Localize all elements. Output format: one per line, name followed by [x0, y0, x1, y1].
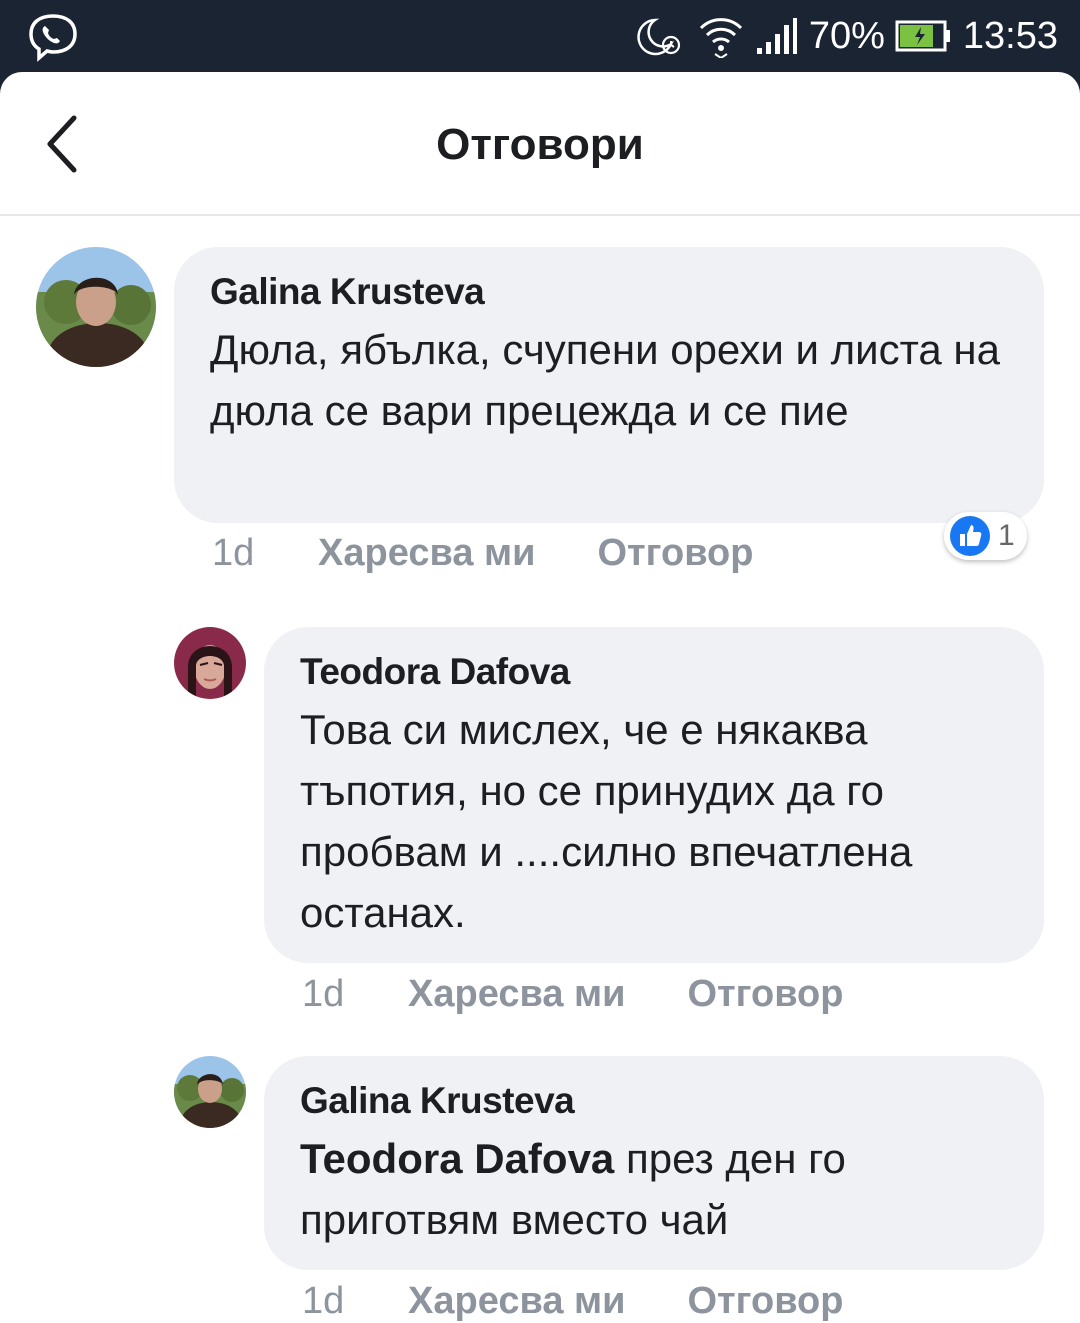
comment-bubble[interactable]: Galina Krusteva Teodora Dafova през ден …	[264, 1056, 1044, 1270]
comment-actions: 1d Харесва ми Отговор	[212, 528, 753, 578]
comment-bubble[interactable]: Galina Krusteva Дюла, ябълка, счупени ор…	[174, 247, 1044, 523]
status-bar: 70% 13:53	[0, 0, 1080, 72]
comment-author[interactable]: Teodora Dafova	[300, 649, 1008, 695]
comment-time: 1d	[212, 531, 255, 574]
reaction-count: 1	[998, 519, 1015, 552]
comment-actions: 1d Харесва ми Отговор	[302, 969, 843, 1019]
battery-charging-icon	[895, 20, 950, 52]
like-thumb-icon	[950, 516, 990, 556]
avatar[interactable]	[36, 247, 156, 367]
comment-text: Това си мислех, че е някаква тъпотия, но…	[300, 706, 913, 936]
do-not-disturb-alarm-icon	[637, 18, 680, 56]
reply-button[interactable]: Отговор	[597, 532, 753, 575]
signal-icon	[756, 18, 797, 54]
viber-icon	[26, 12, 80, 62]
comment-text: Teodora Dafova през ден го приготвям вме…	[300, 1128, 1008, 1250]
like-button[interactable]: Харесва ми	[408, 1280, 625, 1323]
reply-button[interactable]: Отговор	[687, 1280, 843, 1323]
avatar[interactable]	[174, 1056, 246, 1128]
page-title: Отговори	[436, 120, 644, 169]
replies-sheet: Отговори Galina Krusteva Дюла, ябълка, с…	[0, 72, 1080, 1323]
battery-percent: 70%	[808, 14, 885, 57]
reply-button[interactable]: Отговор	[687, 973, 843, 1016]
comment-bubble[interactable]: Teodora Dafova Това си мислех, че е няка…	[264, 627, 1044, 963]
header: Отговори	[0, 72, 1080, 216]
like-button[interactable]: Харесва ми	[408, 973, 625, 1016]
reaction-badge[interactable]: 1	[944, 512, 1027, 560]
comment-time: 1d	[302, 972, 345, 1015]
comment-author[interactable]: Galina Krusteva	[300, 1078, 1008, 1124]
wifi-icon	[699, 18, 742, 58]
avatar[interactable]	[174, 627, 246, 699]
comment-actions: 1d Харесва ми Отговор	[302, 1276, 843, 1323]
clock: 13:53	[962, 14, 1058, 57]
like-button[interactable]: Харесва ми	[318, 532, 535, 575]
comment-text: Дюла, ябълка, счупени орехи и листа на д…	[210, 326, 1000, 434]
comment-author[interactable]: Galina Krusteva	[210, 269, 1008, 315]
comment-time: 1d	[302, 1279, 345, 1322]
mention-link[interactable]: Teodora Dafova	[300, 1135, 614, 1182]
